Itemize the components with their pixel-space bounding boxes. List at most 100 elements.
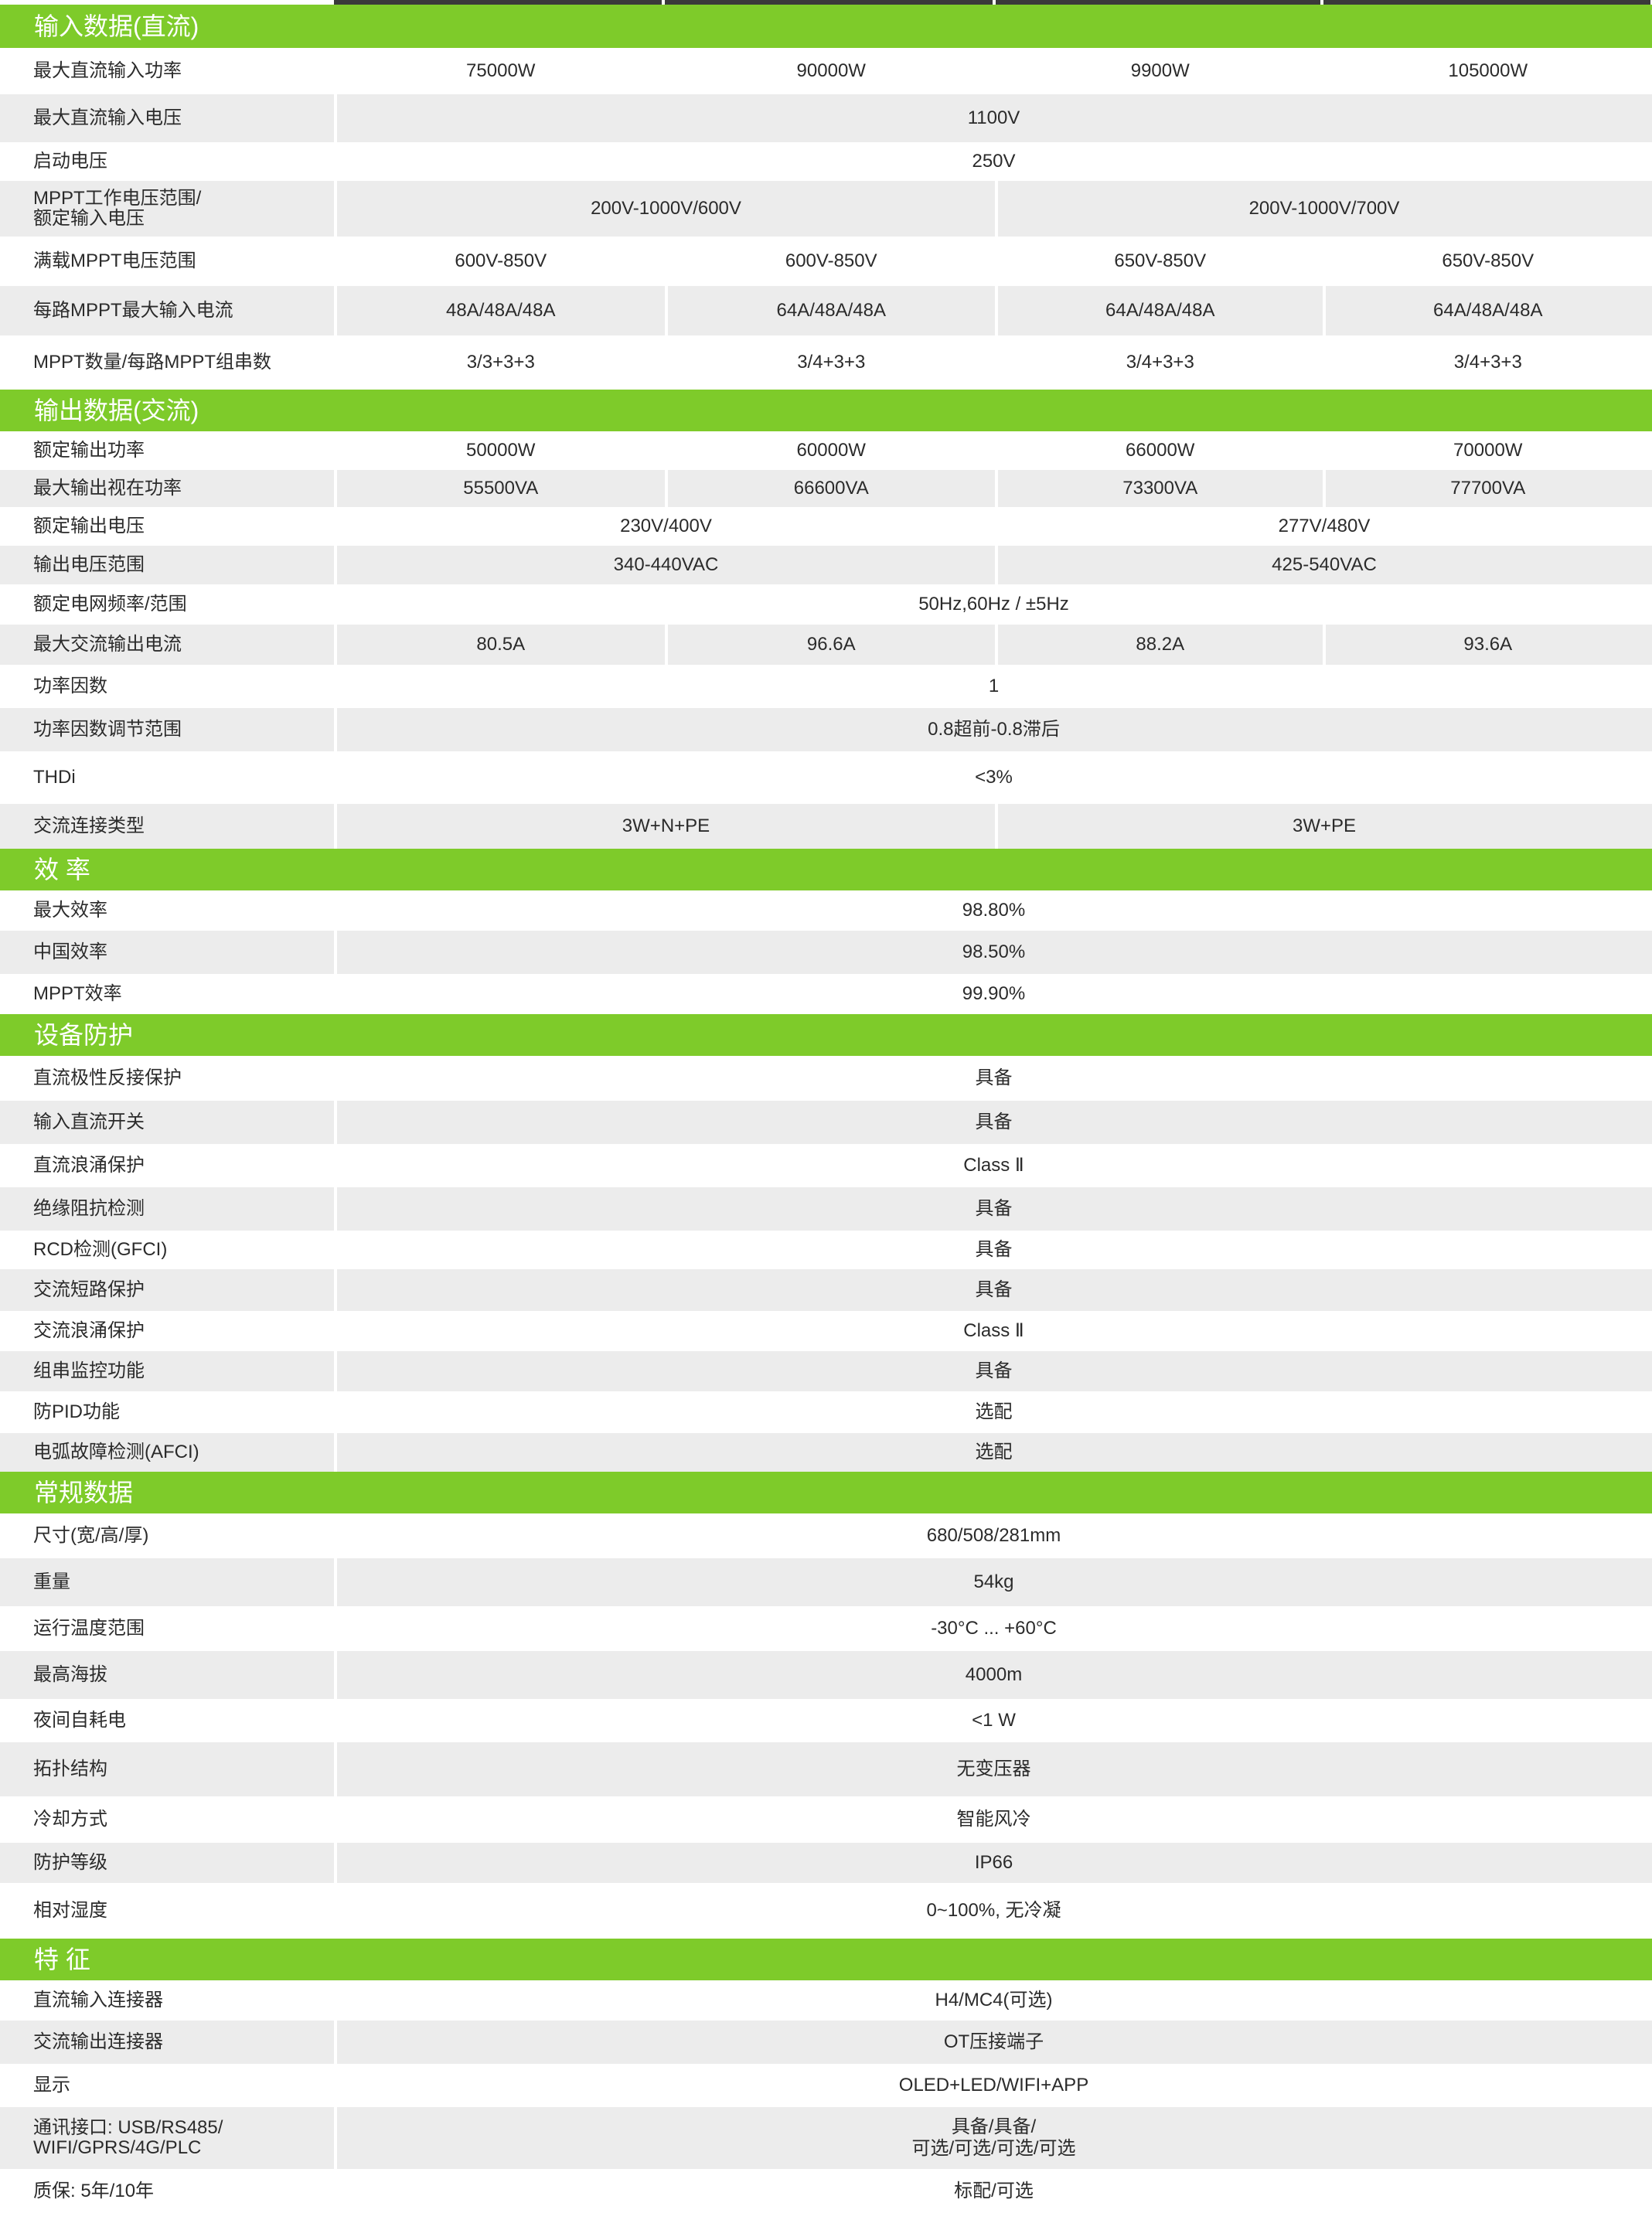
- section-header: 常规数据: [0, 1472, 1652, 1513]
- table-row: 尺寸(宽/高/厚) 680/508/281mm: [0, 1513, 1652, 1558]
- row-label: 启动电压: [33, 151, 107, 172]
- table-row: MPPT效率 99.90%: [0, 974, 1652, 1014]
- value-cell: 200V-1000V/600V: [334, 181, 995, 237]
- value-cell: 650V-850V: [995, 237, 1323, 286]
- row-label: 冷却方式: [33, 1809, 107, 1830]
- row-values: H4/MC4(可选): [334, 1980, 1650, 2021]
- value-cell: 600V-850V: [664, 237, 996, 286]
- value-cell: 70000W: [1322, 431, 1651, 470]
- row-values: <3%: [334, 751, 1650, 804]
- row-label: 中国效率: [33, 941, 107, 963]
- table-row: 运行温度范围 -30°C ... +60°C: [0, 1606, 1652, 1651]
- value-cell: 54kg: [334, 1558, 1650, 1606]
- table-row: THDi <3%: [0, 751, 1652, 804]
- row-label: 额定电网频率/范围: [33, 594, 187, 615]
- value-cell: 93.6A: [1322, 625, 1651, 665]
- row-label: MPPT数量/每路MPPT组串数: [33, 352, 272, 373]
- value-cell: 64A/48A/48A: [995, 286, 1323, 335]
- value-cell: 77700VA: [1322, 470, 1651, 507]
- table-row: 防护等级 IP66: [0, 1843, 1652, 1883]
- value-cell: 64A/48A/48A: [664, 286, 996, 335]
- row-values: -30°C ... +60°C: [334, 1606, 1650, 1651]
- value-cell: 55500VA: [334, 470, 665, 507]
- row-values: 3W+N+PE 3W+PE: [334, 804, 1650, 849]
- value-cell: 50Hz,60Hz / ±5Hz: [334, 584, 1650, 625]
- row-label: 最大直流输入电压: [33, 107, 182, 129]
- value-cell: 98.80%: [334, 890, 1650, 931]
- value-cell: 标配/可选: [334, 2169, 1650, 2213]
- value-cell: 9900W: [995, 48, 1323, 94]
- row-values: 具备: [334, 1231, 1650, 1269]
- table-row: 冷却方式 智能风冷: [0, 1796, 1652, 1843]
- table-row: 直流极性反接保护 具备: [0, 1056, 1652, 1101]
- value-cell: 4000m: [334, 1651, 1650, 1699]
- value-cell: -30°C ... +60°C: [334, 1606, 1650, 1651]
- value-cell: 1: [334, 665, 1650, 708]
- section-header: 设备防护: [0, 1014, 1652, 1056]
- row-values: 选配: [334, 1391, 1650, 1433]
- row-label: 输出电压范围: [33, 554, 145, 576]
- value-cell: Class Ⅱ: [334, 1144, 1650, 1187]
- value-cell: 88.2A: [995, 625, 1323, 665]
- value-cell: H4/MC4(可选): [334, 1980, 1650, 2021]
- row-label: 最大直流输入功率: [33, 60, 182, 82]
- value-cell: 具备: [334, 1351, 1650, 1391]
- row-values: 具备: [334, 1056, 1650, 1101]
- section-header: 特 征: [0, 1939, 1652, 1980]
- row-values: IP66: [334, 1843, 1650, 1883]
- table-row: 夜间自耗电 <1 W: [0, 1699, 1652, 1742]
- row-values: 1: [334, 665, 1650, 708]
- row-values: 1100V: [334, 94, 1650, 142]
- row-values: Class Ⅱ: [334, 1144, 1650, 1187]
- row-label: 最大交流输出电流: [33, 634, 182, 655]
- row-label: 重量: [33, 1571, 70, 1593]
- row-values: 0.8超前-0.8滞后: [334, 708, 1650, 751]
- row-label: 通讯接口: USB/RS485/ WIFI/GPRS/4G/PLC: [33, 2117, 223, 2158]
- value-cell: 680/508/281mm: [334, 1513, 1650, 1558]
- row-label: MPPT工作电压范围/ 额定输入电压: [33, 188, 202, 229]
- table-row: 最大直流输入电压 1100V: [0, 94, 1652, 142]
- table-row: 绝缘阻抗检测 具备: [0, 1187, 1652, 1231]
- row-label: 拓扑结构: [33, 1758, 107, 1780]
- row-label: 直流浪涌保护: [33, 1155, 145, 1176]
- value-cell: 277V/480V: [995, 507, 1650, 546]
- value-cell: 99.90%: [334, 974, 1650, 1014]
- value-cell: 425-540VAC: [995, 546, 1650, 584]
- value-cell: 250V: [334, 142, 1650, 181]
- row-label: 夜间自耗电: [33, 1710, 126, 1731]
- table-row: 通讯接口: USB/RS485/ WIFI/GPRS/4G/PLC 具备/具备/ …: [0, 2107, 1652, 2169]
- row-label: RCD检测(GFCI): [33, 1239, 168, 1261]
- value-cell: 105000W: [1322, 48, 1651, 94]
- value-cell: 具备: [334, 1269, 1650, 1311]
- row-values: 50000W 60000W 66000W 70000W: [334, 431, 1650, 470]
- table-row: 最大直流输入功率 75000W 90000W 9900W 105000W: [0, 48, 1652, 94]
- value-cell: 无变压器: [334, 1742, 1650, 1796]
- row-label: 最大输出视在功率: [33, 478, 182, 499]
- row-values: Class Ⅱ: [334, 1311, 1650, 1351]
- row-values: 选配: [334, 1433, 1650, 1472]
- value-cell: 48A/48A/48A: [334, 286, 665, 335]
- table-row: 直流浪涌保护 Class Ⅱ: [0, 1144, 1652, 1187]
- row-label: 直流极性反接保护: [33, 1067, 182, 1089]
- row-label: 尺寸(宽/高/厚): [33, 1525, 149, 1547]
- table-row: 最大输出视在功率 55500VA 66600VA 73300VA 77700VA: [0, 470, 1652, 507]
- value-cell: 96.6A: [664, 625, 996, 665]
- row-label: 额定输出功率: [33, 440, 145, 461]
- row-values: 98.50%: [334, 931, 1650, 974]
- row-label: 绝缘阻抗检测: [33, 1198, 145, 1220]
- value-cell: 3/4+3+3: [664, 335, 996, 390]
- row-label: 电弧故障检测(AFCI): [33, 1442, 199, 1463]
- table-row: MPPT工作电压范围/ 额定输入电压 200V-1000V/600V 200V-10…: [0, 181, 1652, 237]
- value-cell: 80.5A: [334, 625, 665, 665]
- value-cell: 50000W: [334, 431, 665, 470]
- row-values: <1 W: [334, 1699, 1650, 1742]
- table-row: 功率因数 1: [0, 665, 1652, 708]
- value-cell: 0~100%, 无冷凝: [334, 1883, 1650, 1939]
- row-values: 600V-850V 600V-850V 650V-850V 650V-850V: [334, 237, 1650, 286]
- row-values: 无变压器: [334, 1742, 1650, 1796]
- value-cell: 具备: [334, 1056, 1650, 1101]
- row-label: 最大效率: [33, 900, 107, 921]
- row-label: 交流短路保护: [33, 1279, 145, 1301]
- value-cell: 选配: [334, 1391, 1650, 1433]
- row-label: 交流输出连接器: [33, 2031, 163, 2053]
